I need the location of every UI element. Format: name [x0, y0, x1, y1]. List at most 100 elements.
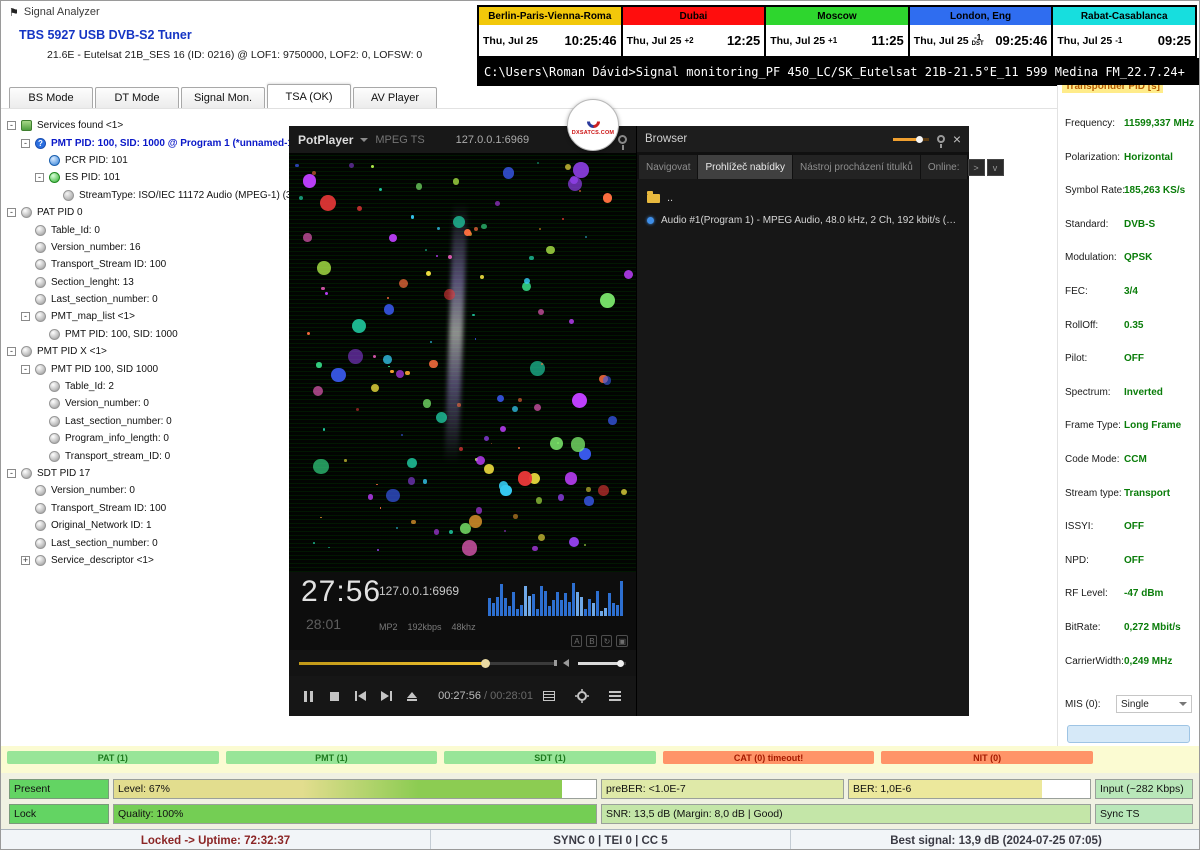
tree-item[interactable]: -Transport_stream_ID: 0 — [3, 447, 289, 464]
viz-dot — [603, 193, 612, 202]
tree-item[interactable]: -PMT PID: 100, SID: 1000 — [3, 326, 289, 343]
viz-dot — [480, 275, 484, 279]
speaker-icon[interactable] — [563, 659, 569, 667]
tree-item[interactable]: -Last_section_number: 0 — [3, 291, 289, 308]
tree-item[interactable]: -Version_number: 16 — [3, 239, 289, 256]
tree-item[interactable]: -Services found <1> — [3, 117, 289, 134]
expand-icon[interactable]: + — [21, 556, 30, 565]
browser-tab-online[interactable]: Online: — [921, 155, 967, 179]
viz-dot — [356, 408, 359, 411]
volume-bar[interactable] — [578, 662, 626, 665]
browser-titlebar[interactable]: Browser × — [637, 126, 969, 152]
mini-icon-[interactable]: ↻ — [601, 635, 612, 647]
browser-tab-navigovat[interactable]: Navigovat — [639, 155, 697, 179]
playlist-button[interactable] — [535, 683, 562, 709]
tree-item[interactable]: -PMT PID 100, SID 1000 — [3, 360, 289, 377]
tree-item[interactable]: -SDT PID 17 — [3, 465, 289, 482]
player-duration-small: 28:01 — [306, 616, 341, 632]
tree-item[interactable]: -PAT PID 0 — [3, 204, 289, 221]
collapse-icon[interactable]: - — [7, 208, 16, 217]
chevron-down-icon[interactable] — [360, 138, 368, 142]
ball-icon — [49, 451, 60, 462]
tree-item[interactable]: -Last_section_number: 0 — [3, 413, 289, 430]
tree-item[interactable]: -Version_number: 0 — [3, 482, 289, 499]
tree-item[interactable]: -Original_Network ID: 1 — [3, 517, 289, 534]
browser-volume-slider[interactable] — [893, 138, 929, 141]
collapse-icon[interactable]: - — [21, 365, 30, 374]
collapse-icon[interactable]: - — [7, 121, 16, 130]
next-button[interactable] — [374, 683, 398, 709]
tree-item[interactable]: -PCR PID: 101 — [3, 152, 289, 169]
menu-icon — [609, 691, 621, 701]
player-visualization[interactable] — [289, 153, 636, 572]
pin-icon[interactable] — [618, 135, 627, 144]
collapse-icon[interactable]: - — [21, 139, 30, 148]
audio-spectrum — [488, 578, 626, 616]
viz-dot — [416, 183, 422, 189]
tree-item[interactable]: -Section_lenght: 13 — [3, 274, 289, 291]
tree-item[interactable]: -ES PID: 101 — [3, 169, 289, 186]
mis-label: MIS (0): — [1065, 699, 1101, 710]
chevron-down-icon — [1179, 702, 1187, 706]
seek-knob[interactable] — [481, 659, 490, 668]
chevron-right-icon[interactable]: > — [968, 159, 985, 176]
ts-structure-tree[interactable]: -Services found <1>-?PMT PID: 100, SID: … — [3, 111, 289, 731]
browser-list-item[interactable]: Audio #1(Program 1) - MPEG Audio, 48.0 k… — [647, 210, 959, 230]
quality-fill — [114, 805, 596, 823]
open-button[interactable] — [400, 683, 424, 709]
tab-dt-mode[interactable]: DT Mode — [95, 87, 179, 108]
syncts-label: Sync TS — [1096, 808, 1140, 820]
mini-icon-[interactable]: ▣ — [616, 635, 628, 647]
pause-button[interactable] — [297, 683, 321, 709]
stop-button[interactable] — [323, 683, 347, 709]
tree-item[interactable]: -Version_number: 0 — [3, 395, 289, 412]
tab-signal-mon[interactable]: Signal Mon. — [181, 87, 265, 108]
collapse-icon[interactable]: - — [21, 312, 30, 321]
viz-dot — [426, 271, 431, 276]
viz-dot — [474, 227, 478, 231]
tree-item[interactable]: +Service_descriptor <1> — [3, 552, 289, 569]
panel-button[interactable] — [1067, 725, 1190, 743]
menu-button[interactable] — [601, 683, 628, 709]
parent-folder-item[interactable]: .. — [647, 189, 959, 207]
spectrum-bar — [516, 609, 519, 616]
chevron-down-icon[interactable]: v — [987, 159, 1004, 176]
volume-knob[interactable] — [617, 660, 624, 667]
spectrum-bar — [572, 583, 575, 616]
collapse-icon[interactable]: - — [7, 469, 16, 478]
mini-icon-a[interactable]: A — [571, 635, 582, 647]
collapse-icon[interactable]: - — [7, 347, 16, 356]
close-icon[interactable]: × — [953, 132, 961, 146]
tree-item[interactable]: -Table_Id: 0 — [3, 221, 289, 238]
tab-av-player[interactable]: AV Player — [353, 87, 437, 108]
browser-tab-n-stroj-proch-zen-titulk[interactable]: Nástroj procházení titulků — [793, 155, 920, 179]
tree-item-label: Last_section_number: 0 — [51, 294, 158, 305]
clock-offset: -1DST — [972, 35, 984, 47]
tab-tsa-ok[interactable]: TSA (OK) — [267, 84, 351, 108]
tree-item[interactable]: -Table_Id: 2 — [3, 378, 289, 395]
tree-item[interactable]: -Program_info_length: 0 — [3, 430, 289, 447]
mis-select[interactable]: Single — [1116, 695, 1192, 713]
collapse-icon[interactable]: - — [35, 173, 44, 182]
previous-button[interactable] — [349, 683, 373, 709]
transponder-row-label: RollOff: — [1065, 320, 1098, 331]
browser-volume-knob[interactable] — [916, 136, 923, 143]
tree-item[interactable]: -Transport_Stream ID: 100 — [3, 256, 289, 273]
pin-icon[interactable] — [937, 135, 945, 143]
tree-item[interactable]: -PMT_map_list <1> — [3, 308, 289, 325]
browser-tab-prohl-e-nab-dky[interactable]: Prohlížeč nabídky — [698, 155, 792, 179]
spectrum-bar — [608, 593, 611, 616]
tree-item[interactable]: -Last_section_number: 0 — [3, 534, 289, 551]
mini-icon-b[interactable]: B — [586, 635, 597, 647]
tree-item[interactable]: -PMT PID X <1> — [3, 343, 289, 360]
player-elapsed-big: 27:56 — [301, 575, 381, 609]
seek-bar[interactable] — [299, 662, 554, 665]
player-controls: 00:27:56 / 00:28:01 — [289, 676, 636, 716]
tree-item[interactable]: -?PMT PID: 100, SID: 1000 @ Program 1 (*… — [3, 134, 289, 151]
tree-item[interactable]: -StreamType: ISO/IEC 11172 Audio (MPEG-1… — [3, 187, 289, 204]
tab-bs-mode[interactable]: BS Mode — [9, 87, 93, 108]
transponder-row-value: Long Frame — [1124, 420, 1181, 431]
tree-item[interactable]: -Transport_Stream ID: 100 — [3, 500, 289, 517]
settings-button[interactable] — [568, 683, 595, 709]
viz-dot — [379, 188, 382, 191]
